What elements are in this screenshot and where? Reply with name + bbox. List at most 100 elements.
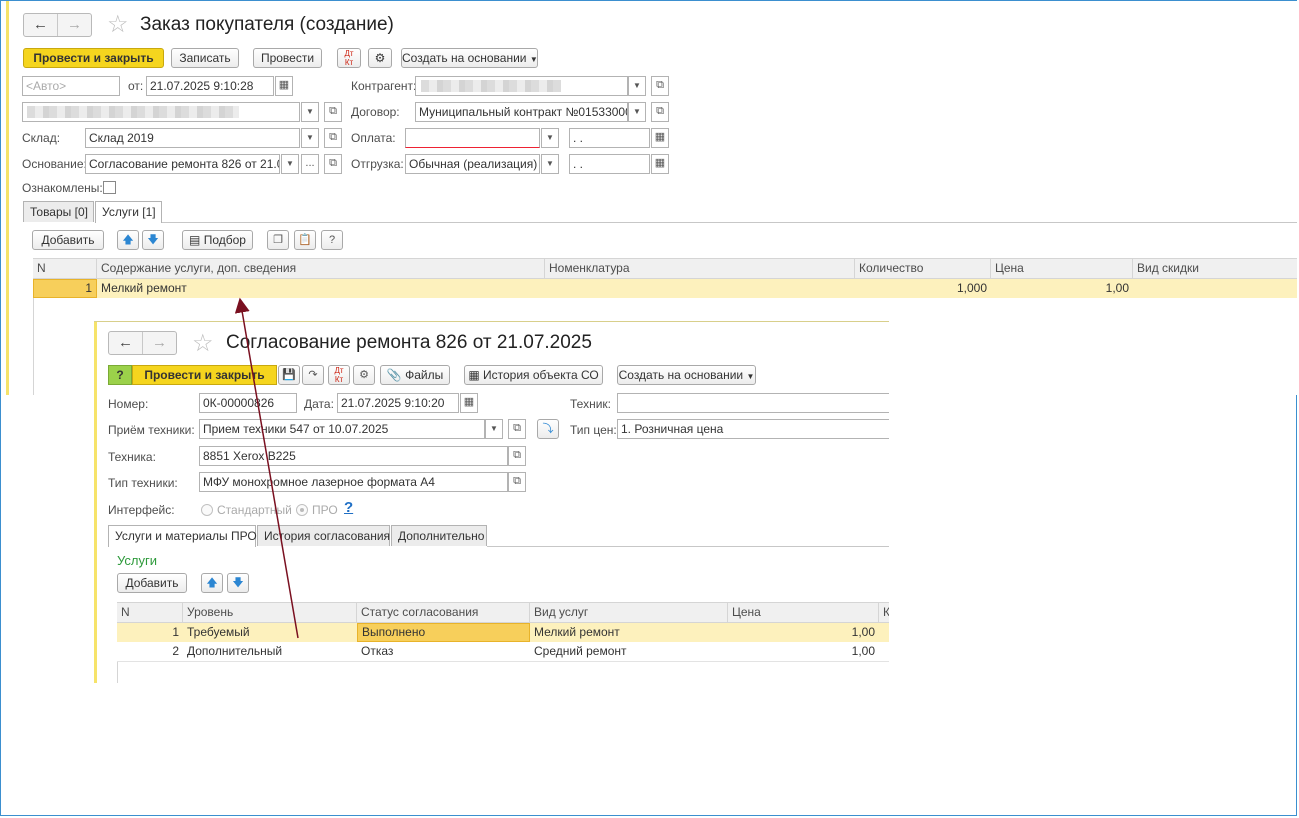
basis-field[interactable]: Согласование ремонта 826 от 21.07.2 [85, 154, 280, 174]
shipment-field[interactable]: Обычная (реализация) [405, 154, 540, 174]
tab-services[interactable]: Услуги [1] [95, 201, 162, 223]
cell-n: 1 [172, 625, 179, 639]
copy-icon[interactable]: ❐ [267, 230, 289, 250]
col-price[interactable]: Цена [728, 603, 879, 622]
calendar-icon[interactable]: ▦ [460, 393, 478, 413]
col-service-type[interactable]: Вид услуг [530, 603, 728, 622]
help-question-icon[interactable]: ? [108, 365, 132, 385]
structure-icon[interactable]: ⚙ [368, 48, 392, 68]
col-price[interactable]: Цена [991, 259, 1133, 278]
move-up-icon[interactable]: 🡅 [117, 230, 139, 250]
open-icon[interactable]: ⧉ [324, 154, 342, 174]
move-down-icon[interactable]: 🡇 [142, 230, 164, 250]
post-button[interactable]: Провести [253, 48, 322, 68]
back-arrow-icon[interactable]: ← [24, 14, 57, 36]
col-quantity[interactable]: Количество [855, 259, 991, 278]
tab-additional[interactable]: Дополнительно [391, 525, 487, 546]
chevron-down-icon[interactable]: ▼ [485, 419, 503, 439]
calendar-icon[interactable]: ▦ [275, 76, 293, 96]
equipment-type-field[interactable]: МФУ монохромное лазерное формата А4 [199, 472, 508, 492]
write-button[interactable]: Записать [171, 48, 239, 68]
chevron-down-icon[interactable]: ▼ [628, 76, 646, 96]
favorite-star-icon[interactable]: ☆ [107, 13, 129, 37]
open-icon[interactable]: ⧉ [324, 102, 342, 122]
payment-field[interactable] [405, 128, 540, 148]
files-label: Файлы [405, 368, 444, 382]
back-arrow-icon[interactable]: ← [109, 332, 142, 354]
paperclip-icon: 📎 [386, 368, 402, 382]
open-icon[interactable]: ⧉ [508, 472, 526, 492]
table-row[interactable]: 2 Дополнительный Отказ Средний ремонт 1,… [117, 642, 889, 662]
open-icon[interactable]: ⧉ [508, 446, 526, 466]
post-and-close-button[interactable]: Провести и закрыть [132, 365, 277, 385]
chevron-down-icon[interactable]: ▼ [281, 154, 299, 174]
post-document-icon[interactable]: ↷ [302, 365, 324, 385]
date-field[interactable]: 21.07.2025 9:10:28 [146, 76, 274, 96]
open-icon[interactable]: ⧉ [324, 128, 342, 148]
cell-discount [1133, 279, 1297, 298]
calendar-icon[interactable]: ▦ [651, 154, 669, 174]
radio-standard[interactable] [201, 504, 213, 516]
forward-arrow-icon[interactable]: → [142, 332, 176, 354]
move-down-icon[interactable]: 🡇 [227, 573, 249, 593]
chevron-down-icon[interactable]: ▼ [628, 102, 646, 122]
number-field[interactable]: 0К-00000826 [199, 393, 297, 413]
price-type-field[interactable]: 1. Розничная цена [617, 419, 889, 439]
reception-field[interactable]: Прием техники 547 от 10.07.2025 [199, 419, 485, 439]
object-history-button[interactable]: ▦ История объекта СО [464, 365, 603, 385]
col-content[interactable]: Содержание услуги, доп. сведения [97, 259, 545, 278]
refresh-arrow-icon[interactable]: ⤵ [537, 419, 559, 439]
select-ellipsis-icon[interactable]: ... [301, 154, 319, 174]
dt-kt-icon[interactable]: Дт Кт [337, 48, 361, 68]
number-field[interactable]: <Авто> [22, 76, 120, 96]
warehouse-field[interactable]: Склад 2019 [85, 128, 300, 148]
help-table-icon[interactable]: ? [321, 230, 343, 250]
forward-arrow-icon[interactable]: → [57, 14, 91, 36]
shipment-date-field[interactable]: . . [569, 154, 650, 174]
col-discount[interactable]: Вид скидки [1133, 259, 1297, 278]
cell-status[interactable]: Выполнено [357, 623, 530, 642]
col-level[interactable]: Уровень [183, 603, 357, 622]
col-n[interactable]: N [33, 259, 97, 278]
create-based-on-button[interactable]: Создать на основании ▼ [401, 48, 538, 68]
acquainted-checkbox[interactable] [103, 181, 116, 194]
paste-icon[interactable]: 📋 [294, 230, 316, 250]
chevron-down-icon[interactable]: ▼ [301, 128, 319, 148]
help-question-icon[interactable]: ? [344, 500, 353, 516]
add-service-button[interactable]: Добавить [32, 230, 104, 250]
col-k[interactable]: К [879, 603, 889, 622]
col-status[interactable]: Статус согласования [357, 603, 530, 622]
create-based-on-button[interactable]: Создать на основании ▼ [617, 365, 756, 385]
save-icon[interactable]: 💾 [278, 365, 300, 385]
move-up-icon[interactable]: 🡅 [201, 573, 223, 593]
calendar-icon[interactable]: ▦ [651, 128, 669, 148]
payment-date-field[interactable]: . . [569, 128, 650, 148]
chevron-down-icon[interactable]: ▼ [541, 128, 559, 148]
files-button[interactable]: 📎 Файлы [380, 365, 450, 385]
chevron-down-icon[interactable]: ▼ [541, 154, 559, 174]
window-accent-bar [94, 322, 97, 683]
selection-button[interactable]: ▤ Подбор [182, 230, 253, 250]
open-icon[interactable]: ⧉ [651, 76, 669, 96]
col-nomenclature[interactable]: Номенклатура [545, 259, 855, 278]
tab-services-materials[interactable]: Услуги и материалы ПРО [108, 525, 257, 547]
technician-field[interactable] [617, 393, 889, 413]
post-and-close-button[interactable]: Провести и закрыть [23, 48, 164, 68]
col-n[interactable]: N [117, 603, 183, 622]
table-row[interactable]: 1 Мелкий ремонт 1,000 1,00 [33, 279, 1297, 298]
favorite-star-icon[interactable]: ☆ [192, 332, 214, 356]
equipment-field[interactable]: 8851 Xerox B225 [199, 446, 508, 466]
open-icon[interactable]: ⧉ [651, 102, 669, 122]
tab-approval-history[interactable]: История согласования [257, 525, 390, 546]
chevron-down-icon[interactable]: ▼ [301, 102, 319, 122]
radio-pro[interactable] [296, 504, 308, 516]
structure-icon[interactable]: ⚙ [353, 365, 375, 385]
add-service-button[interactable]: Добавить [117, 573, 187, 593]
open-icon[interactable]: ⧉ [508, 419, 526, 439]
contract-field[interactable]: Муниципальный контракт №01533000695 [415, 102, 628, 122]
table-row[interactable]: 1 Требуемый Выполнено Мелкий ремонт 1,00 [117, 623, 889, 642]
tab-goods[interactable]: Товары [0] [23, 201, 94, 222]
page-title: Согласование ремонта 826 от 21.07.2025 [226, 332, 592, 353]
dt-kt-icon[interactable]: Дт Кт [328, 365, 350, 385]
date-field[interactable]: 21.07.2025 9:10:20 [337, 393, 459, 413]
